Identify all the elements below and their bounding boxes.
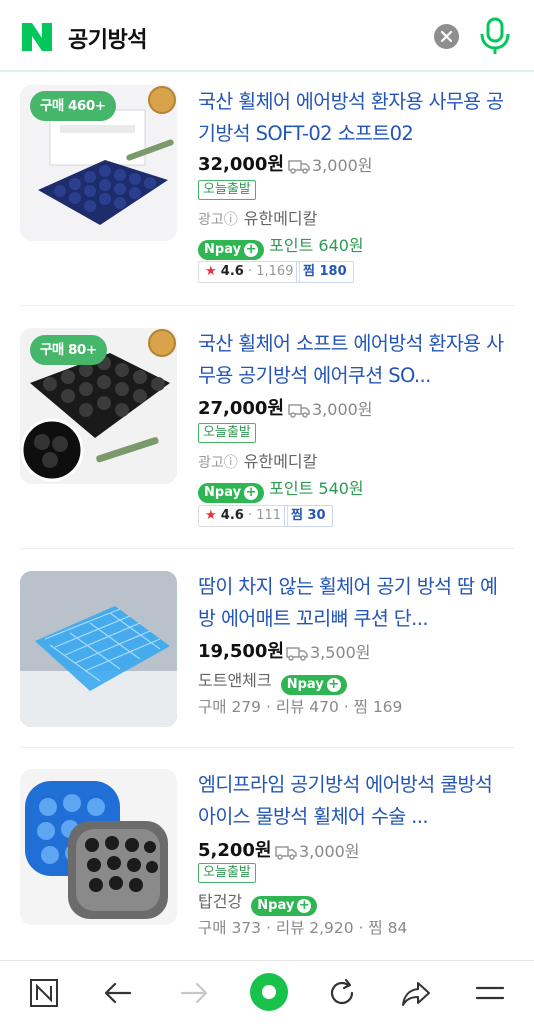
npay-badge: Npay + <box>198 483 265 503</box>
shipping-fee: 3,500원 <box>286 639 371 663</box>
npay-row: Npay + 포인트 540원 <box>198 475 364 503</box>
npay-badge: Npay + <box>251 896 318 916</box>
plus-icon: + <box>297 898 312 913</box>
price-unit: 원 <box>267 398 285 419</box>
close-icon <box>440 30 453 43</box>
naver-home-icon[interactable] <box>26 975 62 1011</box>
price: 27,000원 <box>198 394 284 420</box>
product-stats: 구매 373 · 리뷰 2,920 · 찜 84 <box>198 919 408 937</box>
refresh-icon[interactable] <box>324 975 360 1011</box>
price-value: 5,200 <box>198 840 255 861</box>
seller-name[interactable]: 도트앤체크 <box>198 671 272 690</box>
seller-name[interactable]: 유한메디칼 <box>244 209 318 228</box>
truck-icon <box>288 404 310 418</box>
truck-icon <box>286 647 308 661</box>
back-arrow-icon[interactable] <box>100 975 136 1011</box>
today-shipping-tag: 오늘출발 <box>198 863 256 883</box>
ad-label[interactable]: 광고ⓘ <box>198 455 238 471</box>
thumbs-up-icon <box>148 86 176 114</box>
price: 19,500원 <box>198 637 284 663</box>
search-header: 공기방석 <box>0 0 534 72</box>
green-dot-icon[interactable] <box>248 971 290 1013</box>
price-value: 32,000 <box>198 154 268 175</box>
zzim-count[interactable]: 찜 30 <box>284 505 333 527</box>
plus-icon: + <box>326 677 341 692</box>
purchase-count-badge: 구매 460+ <box>30 91 116 121</box>
forward-arrow-icon[interactable] <box>176 975 212 1011</box>
price-value: 27,000 <box>198 398 268 419</box>
ad-label[interactable]: 광고ⓘ <box>198 212 238 228</box>
npay-badge: Npay + <box>198 240 265 260</box>
product-stats: 구매 279 · 리뷰 470 · 찜 169 <box>198 698 403 716</box>
zzim-count[interactable]: 찜 180 <box>296 261 354 283</box>
microphone-icon[interactable] <box>478 17 512 55</box>
seller-name[interactable]: 유한메디칼 <box>244 452 318 471</box>
shipping-fee: 3,000원 <box>288 152 373 176</box>
clear-search-button[interactable] <box>434 24 459 49</box>
today-shipping-tag: 오늘출발 <box>198 423 256 443</box>
truck-icon <box>288 160 310 174</box>
shipping-value: 3,500원 <box>310 643 371 662</box>
browser-toolbar <box>0 960 534 1024</box>
shipping-fee: 3,000원 <box>275 838 360 862</box>
product-title[interactable]: 엠디프라임 공기방석 에어방석 쿨방석 아이스 물방석 휠체어 수술 ... <box>198 769 514 833</box>
naver-logo-icon[interactable] <box>20 21 54 53</box>
rating-box: ★ 4.6 · 111 <box>198 505 289 527</box>
price-value: 19,500 <box>198 641 268 662</box>
shipping-fee: 3,000원 <box>288 396 373 420</box>
price: 32,000원 <box>198 150 284 176</box>
product-title[interactable]: 땀이 차지 않는 휠체어 공기 방석 땀 예방 에어매트 꼬리뼈 쿠션 단... <box>198 571 514 635</box>
price-unit: 원 <box>267 641 285 662</box>
share-icon[interactable] <box>398 975 434 1011</box>
purchase-count-badge: 구매 80+ <box>30 335 107 365</box>
seller-row: 광고ⓘ 유한메디칼 <box>198 205 317 229</box>
price-unit: 원 <box>254 840 272 861</box>
product-image[interactable] <box>20 769 177 925</box>
shipping-value: 3,000원 <box>312 400 373 419</box>
thumbs-up-icon <box>148 329 176 357</box>
plus-icon: + <box>244 242 259 257</box>
truck-icon <box>275 846 297 860</box>
shipping-value: 3,000원 <box>299 842 360 861</box>
plus-icon: + <box>244 485 259 500</box>
npay-row: Npay + 포인트 640원 <box>198 232 364 260</box>
seller-row: 도트앤체크 Npay + <box>198 667 347 695</box>
price-unit: 원 <box>267 154 285 175</box>
shipping-value: 3,000원 <box>312 156 373 175</box>
point-text: 포인트 640원 <box>269 236 364 255</box>
product-title[interactable]: 국산 휠체어 에어방석 환자용 사무용 공기방석 SOFT-02 소프트02 <box>198 86 514 150</box>
search-query-text[interactable]: 공기방석 <box>68 22 147 54</box>
seller-row: 탑건강 Npay + <box>198 888 318 916</box>
product-image[interactable] <box>20 571 177 727</box>
price: 5,200원 <box>198 836 272 862</box>
today-shipping-tag: 오늘출발 <box>198 180 256 200</box>
menu-icon[interactable] <box>472 975 508 1011</box>
divider <box>20 548 514 549</box>
divider <box>20 305 514 306</box>
divider <box>20 747 514 748</box>
product-title[interactable]: 국산 휠체어 소프트 에어방석 환자용 사무용 공기방석 에어쿠션 SO... <box>198 328 514 392</box>
point-text: 포인트 540원 <box>269 479 364 498</box>
seller-row: 광고ⓘ 유한메디칼 <box>198 448 317 472</box>
rating-box: ★ 4.6 · 1,169 <box>198 261 301 283</box>
star-icon: ★ <box>205 508 217 523</box>
seller-name[interactable]: 탑건강 <box>198 892 242 911</box>
star-icon: ★ <box>205 264 217 279</box>
npay-badge: Npay + <box>280 675 347 695</box>
